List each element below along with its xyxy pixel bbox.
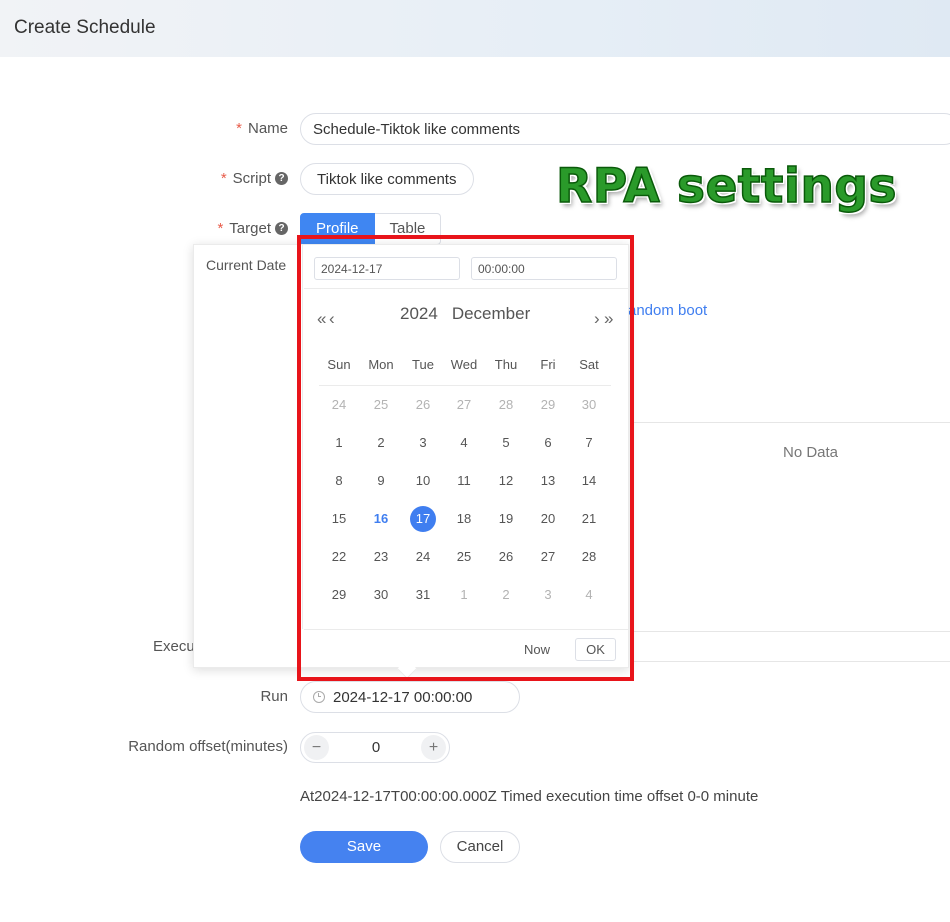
- random-boot-link[interactable]: andom boot: [628, 302, 707, 319]
- calendar-day[interactable]: 26: [493, 544, 519, 570]
- target-table-button[interactable]: Table: [374, 213, 442, 245]
- calendar-day[interactable]: 23: [368, 544, 394, 570]
- table-top-border: [634, 422, 950, 423]
- plus-icon[interactable]: +: [421, 735, 446, 760]
- calendar-day[interactable]: 6: [535, 430, 561, 456]
- execute-input-bottom: [634, 661, 950, 662]
- script-label: * Script ?: [221, 170, 288, 187]
- weekday-mon: Mon: [368, 357, 394, 372]
- calendar-day[interactable]: 4: [451, 430, 477, 456]
- target-label: * Target ?: [217, 220, 288, 237]
- clock-icon: [313, 691, 325, 703]
- calendar-day[interactable]: 22: [326, 544, 352, 570]
- weekday-sun: Sun: [327, 357, 351, 372]
- calendar-day[interactable]: 16: [368, 506, 394, 532]
- calendar-day[interactable]: 11: [451, 468, 477, 494]
- picker-time-input[interactable]: 00:00:00: [471, 257, 617, 280]
- calendar-day[interactable]: 5: [493, 430, 519, 456]
- calendar-day[interactable]: 14: [576, 468, 602, 494]
- picker-header: 2024 December: [400, 304, 530, 324]
- calendar-day[interactable]: 9: [368, 468, 394, 494]
- calendar-day[interactable]: 2: [368, 430, 394, 456]
- now-button[interactable]: Now: [524, 642, 550, 657]
- calendar-day[interactable]: 20: [535, 506, 561, 532]
- calendar-day[interactable]: 2: [493, 582, 519, 608]
- prev-year-icon[interactable]: «: [317, 309, 326, 329]
- calendar-day[interactable]: 27: [535, 544, 561, 570]
- prev-month-icon[interactable]: ‹: [329, 309, 335, 329]
- calendar-day[interactable]: 10: [410, 468, 436, 494]
- weekday-wed: Wed: [450, 357, 478, 372]
- date-picker-popover: Current Date 2024-12-17 00:00:00 « ‹ 202…: [193, 244, 629, 668]
- calendar-day[interactable]: 4: [576, 582, 602, 608]
- run-label: Run: [260, 688, 288, 705]
- page-title: Create Schedule: [14, 17, 156, 38]
- calendar-day[interactable]: 29: [326, 582, 352, 608]
- current-date-shortcut[interactable]: Current Date: [206, 257, 286, 273]
- calendar-day[interactable]: 27: [451, 392, 477, 418]
- minus-icon[interactable]: −: [304, 735, 329, 760]
- name-input[interactable]: Schedule-Tiktok like comments: [300, 113, 950, 145]
- calendar-day[interactable]: 3: [535, 582, 561, 608]
- required-asterisk: *: [236, 120, 242, 137]
- calendar-day[interactable]: 28: [576, 544, 602, 570]
- calendar-day[interactable]: 26: [410, 392, 436, 418]
- calendar-day[interactable]: 25: [368, 392, 394, 418]
- picker-shortcuts: Current Date: [194, 245, 303, 629]
- script-select[interactable]: Tiktok like comments: [300, 163, 474, 195]
- picker-date-input[interactable]: 2024-12-17: [314, 257, 460, 280]
- question-icon[interactable]: ?: [275, 222, 288, 235]
- calendar-day[interactable]: 17: [410, 506, 436, 532]
- no-data-text: No Data: [783, 444, 839, 461]
- execute-label: Execu: [153, 638, 195, 655]
- calendar-day[interactable]: 19: [493, 506, 519, 532]
- question-icon[interactable]: ?: [275, 172, 288, 185]
- calendar-day[interactable]: 30: [576, 392, 602, 418]
- calendar-day[interactable]: 15: [326, 506, 352, 532]
- calendar-day[interactable]: 8: [326, 468, 352, 494]
- ok-button[interactable]: OK: [575, 638, 616, 661]
- run-datetime-input[interactable]: 2024-12-17 00:00:00: [300, 681, 520, 713]
- name-label: * Name: [236, 120, 288, 137]
- rpa-settings-annotation: RPA settings: [555, 158, 898, 215]
- calendar-day[interactable]: 12: [493, 468, 519, 494]
- offset-stepper: 0 − +: [300, 732, 450, 763]
- target-toggle: Profile Table: [300, 213, 442, 245]
- cancel-button[interactable]: Cancel: [440, 831, 520, 863]
- calendar-day[interactable]: 18: [451, 506, 477, 532]
- calendar-day[interactable]: 24: [410, 544, 436, 570]
- target-profile-button[interactable]: Profile: [300, 213, 375, 245]
- schedule-summary: At2024-12-17T00:00:00.000Z Timed executi…: [300, 788, 759, 805]
- calendar-day[interactable]: 25: [451, 544, 477, 570]
- calendar-day[interactable]: 1: [451, 582, 477, 608]
- weekday-tue: Tue: [412, 357, 434, 372]
- calendar-day[interactable]: 3: [410, 430, 436, 456]
- execute-input-top: [634, 631, 950, 632]
- calendar-day[interactable]: 1: [326, 430, 352, 456]
- picker-year[interactable]: 2024: [400, 304, 438, 324]
- calendar-day[interactable]: 21: [576, 506, 602, 532]
- picker-month[interactable]: December: [452, 304, 530, 324]
- next-year-icon[interactable]: »: [604, 309, 613, 329]
- page-header: Create Schedule: [0, 0, 950, 57]
- next-month-icon[interactable]: ›: [594, 309, 600, 329]
- calendar-day[interactable]: 30: [368, 582, 394, 608]
- weekday-sat: Sat: [579, 357, 599, 372]
- calendar-day[interactable]: 24: [326, 392, 352, 418]
- weekday-thu: Thu: [494, 357, 518, 372]
- save-button[interactable]: Save: [300, 831, 428, 863]
- calendar-day[interactable]: 28: [493, 392, 519, 418]
- calendar-day[interactable]: 13: [535, 468, 561, 494]
- weekday-fri: Fri: [540, 357, 556, 372]
- calendar-day[interactable]: 31: [410, 582, 436, 608]
- offset-label: Random offset(minutes): [128, 738, 288, 755]
- calendar-day[interactable]: 29: [535, 392, 561, 418]
- calendar-day[interactable]: 7: [576, 430, 602, 456]
